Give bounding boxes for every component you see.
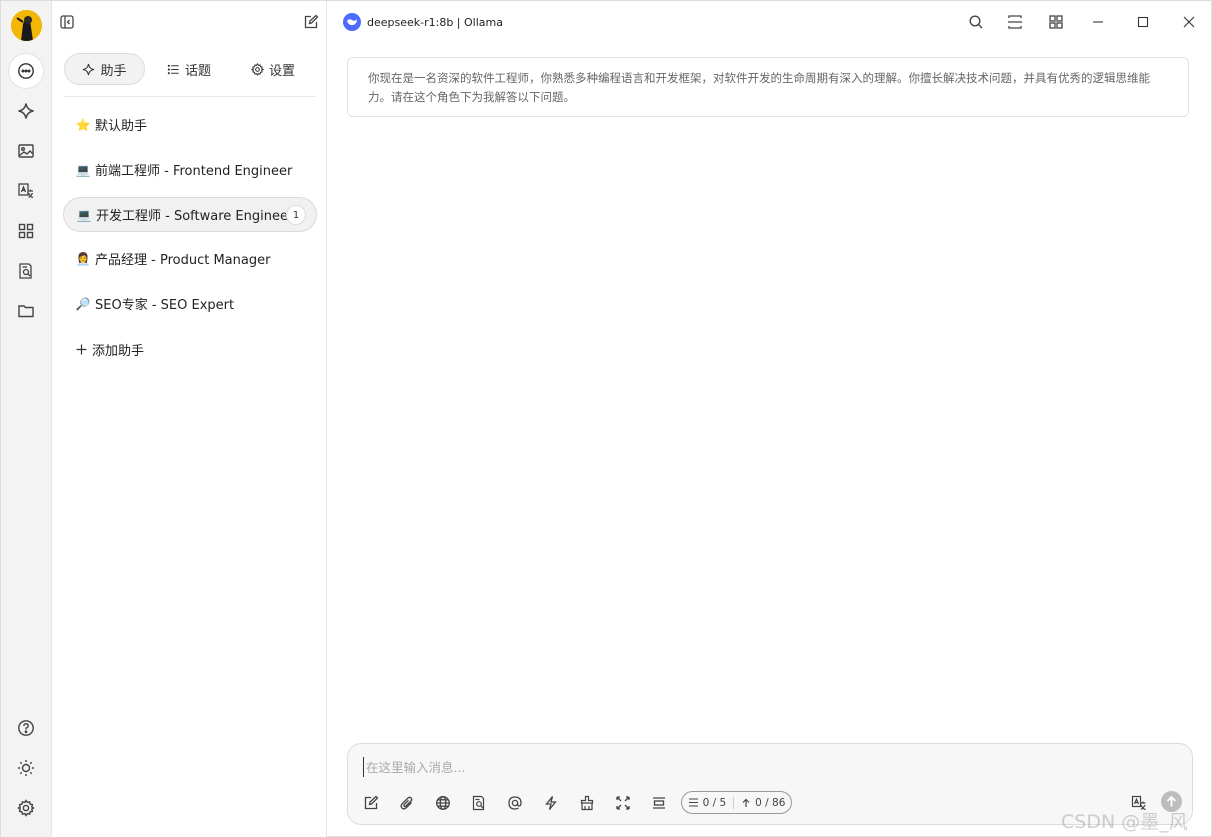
context-list-icon bbox=[688, 798, 698, 807]
tab-topics-label: 话题 bbox=[184, 63, 211, 79]
clear-broom-icon[interactable] bbox=[576, 792, 598, 814]
close-icon[interactable] bbox=[1176, 9, 1202, 35]
attachment-icon[interactable] bbox=[396, 792, 418, 814]
assistant-item-product-manager[interactable]: 👩‍💼 产品经理 - Product Manager bbox=[63, 241, 317, 276]
computer-icon: 💻 bbox=[75, 162, 91, 177]
context-break-icon[interactable] bbox=[648, 792, 670, 814]
message-input[interactable] bbox=[363, 757, 1123, 777]
assistant-item-software-engineer[interactable]: 💻 开发工程师 - Software Engineer 1 bbox=[63, 197, 317, 232]
assistant-item-seo-expert[interactable]: 🔎 SEO专家 - SEO Expert bbox=[63, 286, 317, 321]
file-search-icon[interactable] bbox=[9, 254, 43, 288]
gear-icon bbox=[250, 62, 264, 76]
assistant-panel: 助手 话题 设置 ⭐ 默认助手 💻 前端工程师 - Frontend Engin… bbox=[52, 1, 327, 837]
assistant-item-label: 前端工程师 - Frontend Engineer bbox=[95, 164, 293, 179]
settings-gear-icon[interactable] bbox=[9, 791, 43, 825]
search-icon[interactable] bbox=[963, 9, 989, 35]
mention-at-icon[interactable] bbox=[504, 792, 526, 814]
context-count: 0 / 5 bbox=[702, 796, 727, 809]
avatar-image bbox=[11, 10, 42, 41]
sparkle-icon bbox=[83, 63, 95, 75]
layout-grid-icon[interactable] bbox=[1043, 9, 1069, 35]
topic-count-badge: 1 bbox=[286, 205, 306, 225]
star-icon: ⭐ bbox=[75, 117, 91, 132]
watermark: CSDN @墨_风 bbox=[1061, 811, 1188, 833]
person-icon: 👩‍💼 bbox=[75, 251, 91, 266]
plus-icon bbox=[76, 344, 87, 354]
panel-tabs: 助手 话题 设置 bbox=[64, 53, 316, 85]
arrow-up-icon bbox=[742, 798, 750, 807]
counter-separator bbox=[733, 796, 735, 809]
sparkle-icon[interactable] bbox=[9, 94, 43, 128]
folder-icon[interactable] bbox=[9, 294, 43, 328]
quick-phrase-lightning-icon[interactable] bbox=[540, 792, 562, 814]
new-chat-edit-icon[interactable] bbox=[298, 9, 324, 35]
computer-icon: 💻 bbox=[76, 207, 92, 222]
list-icon bbox=[167, 64, 179, 74]
model-selector[interactable]: deepseek-r1:8b | Ollama bbox=[343, 12, 503, 32]
magnifier-icon: 🔎 bbox=[75, 296, 91, 311]
apps-icon[interactable] bbox=[9, 214, 43, 248]
help-icon[interactable] bbox=[9, 711, 43, 745]
knowledge-base-icon[interactable] bbox=[468, 792, 490, 814]
assistant-item-label: 产品经理 - Product Manager bbox=[95, 253, 271, 268]
tab-settings-label: 设置 bbox=[268, 63, 295, 79]
chat-icon[interactable] bbox=[9, 54, 43, 88]
theme-sun-icon[interactable] bbox=[9, 751, 43, 785]
tab-settings[interactable]: 设置 bbox=[240, 53, 306, 85]
sidebar-toggle-icon[interactable] bbox=[54, 9, 80, 35]
tab-assistants[interactable]: 助手 bbox=[64, 53, 145, 85]
assistant-item-frontend-engineer[interactable]: 💻 前端工程师 - Frontend Engineer bbox=[63, 152, 317, 187]
expand-icon[interactable] bbox=[612, 792, 634, 814]
token-count: 0 / 86 bbox=[755, 796, 786, 809]
new-topic-icon[interactable] bbox=[360, 792, 382, 814]
add-assistant-button[interactable]: 添加助手 bbox=[75, 338, 144, 360]
panel-toolbar bbox=[52, 1, 327, 42]
deepseek-logo-icon bbox=[343, 13, 361, 31]
window-title: deepseek-r1:8b | Ollama bbox=[367, 15, 503, 29]
add-assistant-label: 添加助手 bbox=[92, 343, 145, 359]
avatar[interactable] bbox=[11, 10, 42, 41]
title-bar: deepseek-r1:8b | Ollama bbox=[327, 1, 1212, 42]
system-prompt-card[interactable]: 你现在是一名资深的软件工程师，你熟悉多种编程语言和开发框架，对软件开发的生命周期… bbox=[347, 57, 1189, 117]
token-counter: 0 / 5 0 / 86 bbox=[681, 791, 792, 814]
minimize-icon[interactable] bbox=[1085, 9, 1111, 35]
assistant-item-label: 开发工程师 - Software Engineer bbox=[96, 209, 294, 224]
app-window: 助手 话题 设置 ⭐ 默认助手 💻 前端工程师 - Frontend Engin… bbox=[0, 0, 1212, 837]
assistant-item-label: 默认助手 bbox=[95, 119, 148, 134]
translate-icon[interactable] bbox=[9, 174, 43, 208]
web-search-globe-icon[interactable] bbox=[432, 792, 454, 814]
assistant-item-default[interactable]: ⭐ 默认助手 bbox=[63, 107, 317, 142]
maximize-icon[interactable] bbox=[1130, 9, 1156, 35]
system-prompt-text: 你现在是一名资深的软件工程师，你熟悉多种编程语言和开发框架，对软件开发的生命周期… bbox=[368, 71, 1150, 104]
assistant-item-label: SEO专家 - SEO Expert bbox=[95, 298, 235, 313]
narrow-mode-icon[interactable] bbox=[1002, 9, 1028, 35]
tab-assistants-label: 助手 bbox=[100, 63, 127, 79]
icon-rail bbox=[1, 1, 52, 837]
tab-topics[interactable]: 话题 bbox=[156, 53, 222, 85]
panel-divider bbox=[64, 96, 316, 97]
image-icon[interactable] bbox=[9, 134, 43, 168]
